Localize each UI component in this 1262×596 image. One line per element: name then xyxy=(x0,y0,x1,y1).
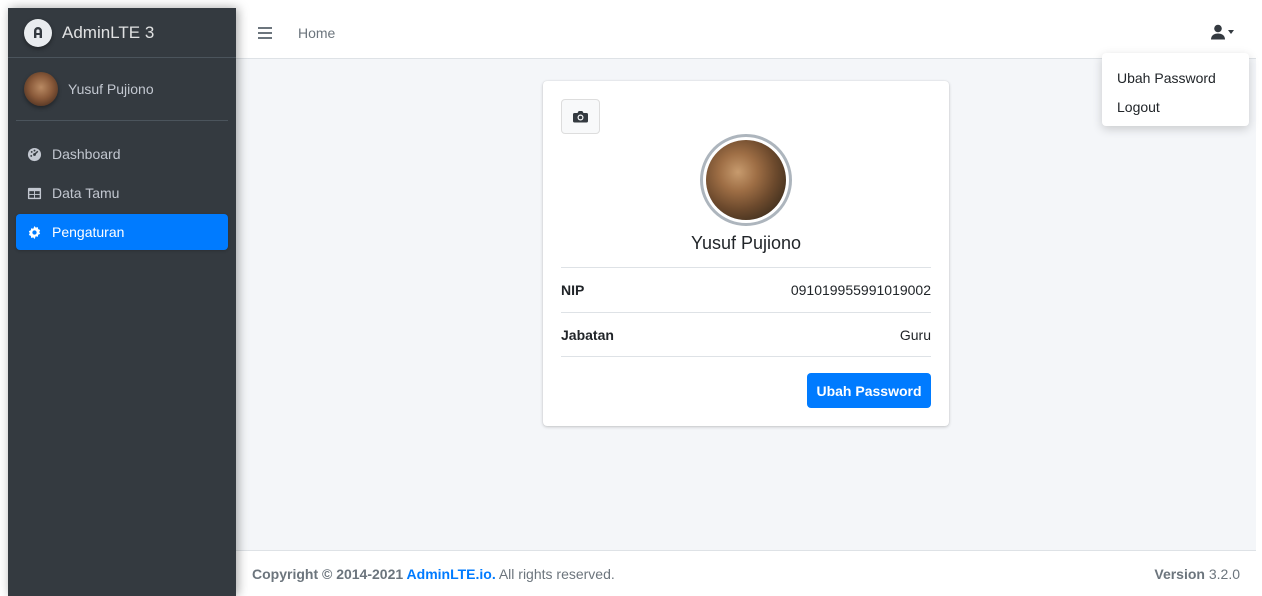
user-icon xyxy=(1211,24,1225,40)
table-icon xyxy=(26,185,42,201)
profile-info-list: NIP 091019955991019002 Jabatan Guru xyxy=(561,267,931,357)
sidebar-item-dashboard[interactable]: Dashboard xyxy=(16,136,228,172)
list-item: Jabatan Guru xyxy=(561,312,931,357)
change-photo-button[interactable] xyxy=(561,99,600,134)
footer-version-label: Version xyxy=(1154,565,1205,582)
sidebar-nav: Dashboard Data Tamu Pengaturan xyxy=(8,136,236,250)
sidebar-item-data-tamu[interactable]: Data Tamu xyxy=(16,175,228,211)
footer-version-value: 3.2.0 xyxy=(1208,565,1240,582)
brand-title: AdminLTE 3 xyxy=(62,22,155,42)
list-item-label: NIP xyxy=(561,282,585,298)
list-item-label: Jabatan xyxy=(561,326,614,343)
user-panel[interactable]: Yusuf Pujiono xyxy=(16,58,228,121)
ubah-password-button[interactable]: Ubah Password xyxy=(807,373,931,408)
camera-icon xyxy=(573,111,588,123)
sidebar-item-label: Data Tamu xyxy=(52,185,120,201)
profile-avatar xyxy=(700,134,792,226)
content-wrapper: Yusuf Pujiono NIP 091019955991019002 Jab… xyxy=(236,59,1256,550)
dropdown-item-logout[interactable]: Logout xyxy=(1102,92,1249,121)
page-edge xyxy=(0,0,8,596)
page-edge-right xyxy=(1256,0,1262,596)
dropdown-item-ubah-password[interactable]: Ubah Password xyxy=(1102,63,1249,92)
profile-card: Yusuf Pujiono NIP 091019955991019002 Jab… xyxy=(543,81,949,426)
sidebar-item-pengaturan[interactable]: Pengaturan xyxy=(16,214,228,250)
list-item-value: Guru xyxy=(899,326,931,343)
brand-link[interactable]: AdminLTE 3 xyxy=(8,8,236,58)
list-item-value: 091019955991019002 xyxy=(790,282,931,298)
dashboard-icon xyxy=(26,146,42,162)
sidebar: AdminLTE 3 Yusuf Pujiono Dashboard Data … xyxy=(8,8,236,596)
sidebar-item-label: Pengaturan xyxy=(52,224,125,240)
footer-copyright-prefix: Copyright © 2014-2021 xyxy=(252,565,407,582)
footer-copyright: Copyright © 2014-2021 AdminLTE.io. xyxy=(252,566,496,582)
footer: Copyright © 2014-2021 AdminLTE.io. All r… xyxy=(236,550,1256,596)
nav-home-link[interactable]: Home xyxy=(298,25,335,41)
user-panel-name[interactable]: Yusuf Pujiono xyxy=(68,81,154,97)
gear-icon xyxy=(26,224,42,240)
list-item: NIP 091019955991019002 xyxy=(561,267,931,312)
chevron-down-icon xyxy=(1228,30,1234,34)
footer-rights: All rights reserved. xyxy=(495,565,615,582)
footer-link[interactable]: AdminLTE.io. xyxy=(407,566,496,582)
sidebar-item-label: Dashboard xyxy=(52,146,121,162)
menu-toggle-icon[interactable] xyxy=(258,27,272,39)
user-dropdown-menu: Ubah Password Logout xyxy=(1102,53,1249,126)
avatar xyxy=(24,72,58,106)
brand-logo-icon xyxy=(24,18,52,47)
profile-name: Yusuf Pujiono xyxy=(690,233,802,253)
footer-version: Version 3.2.0 xyxy=(1154,566,1240,582)
top-navbar: Home xyxy=(236,8,1256,59)
user-menu-toggle[interactable] xyxy=(1211,24,1234,40)
